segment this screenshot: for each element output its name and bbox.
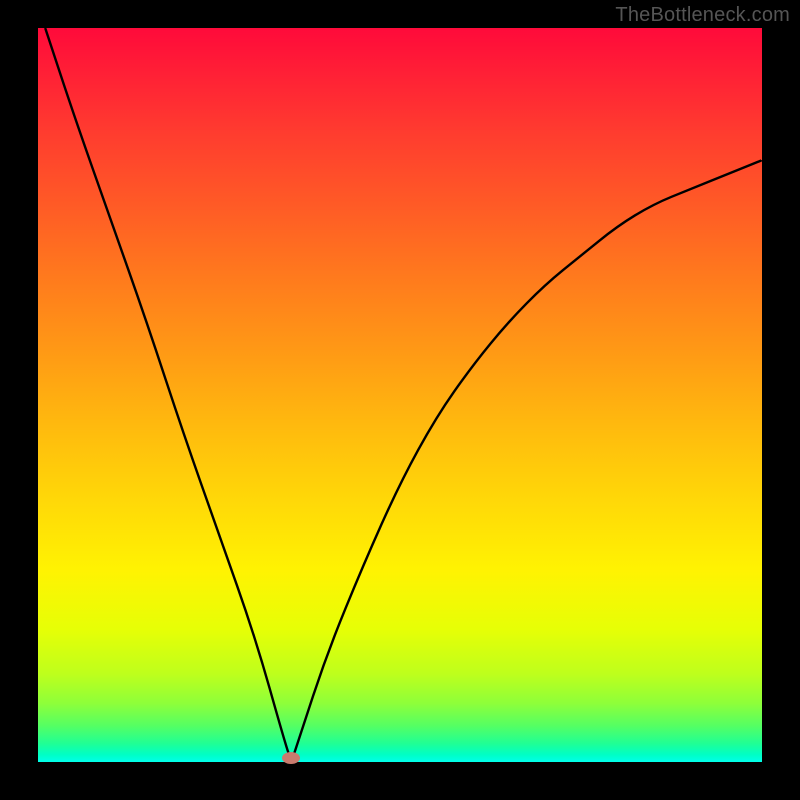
optimal-point-marker [282, 752, 300, 764]
watermark-text: TheBottleneck.com [615, 4, 790, 27]
curve-svg [38, 28, 762, 762]
bottleneck-curve [45, 28, 762, 757]
chart-frame: TheBottleneck.com [0, 0, 800, 800]
plot-area [38, 28, 762, 762]
